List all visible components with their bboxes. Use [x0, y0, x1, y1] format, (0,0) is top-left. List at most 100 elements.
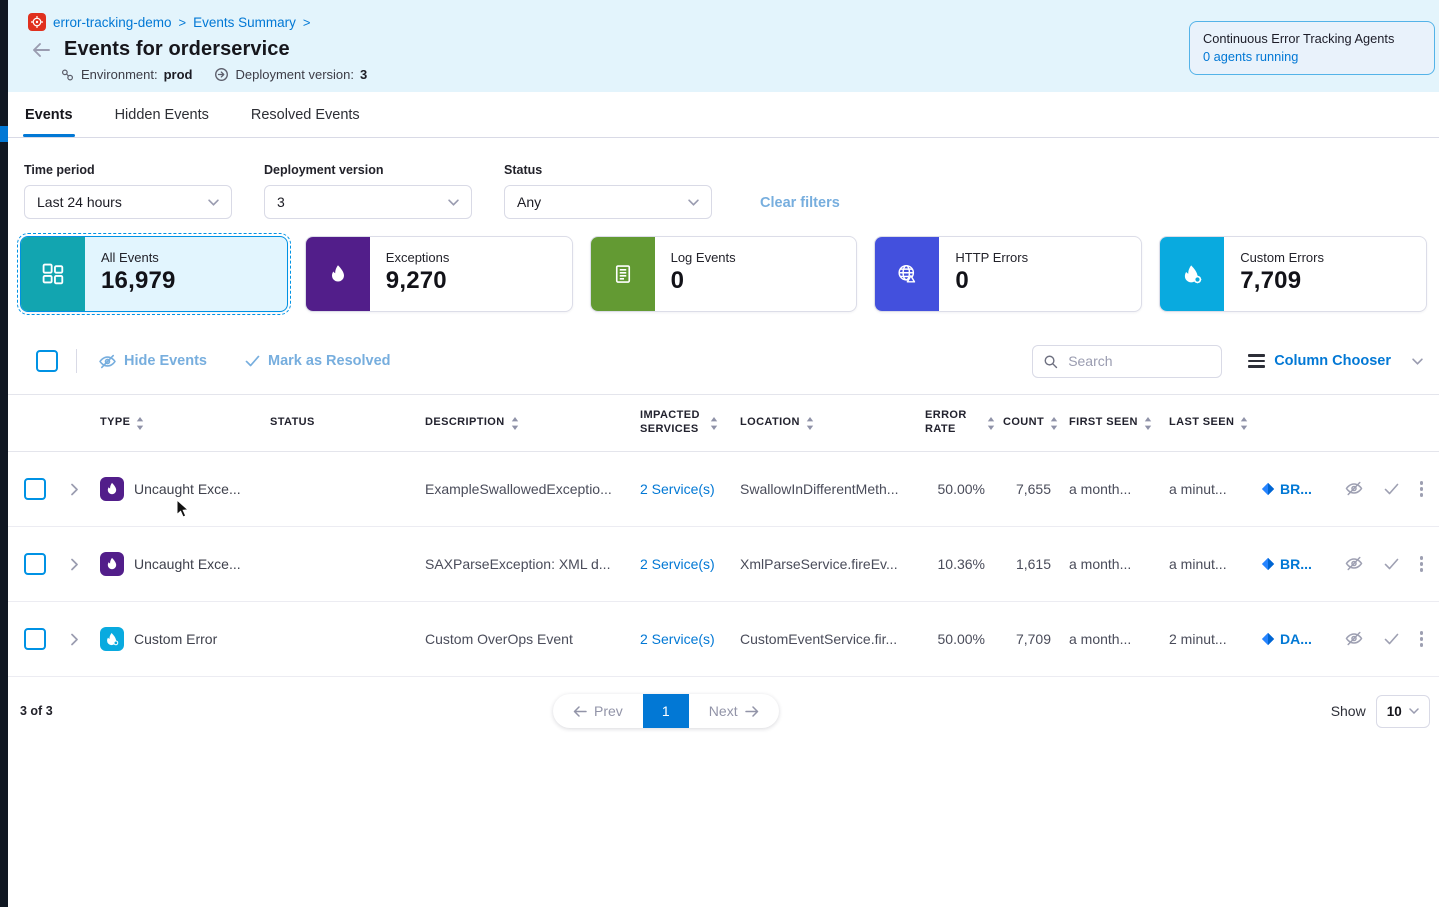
select-all-checkbox[interactable]	[36, 350, 58, 372]
resolve-event-icon[interactable]	[1384, 483, 1399, 495]
hide-events-label: Hide Events	[124, 353, 207, 369]
sort-icon	[1240, 417, 1248, 430]
column-chooser-label: Column Chooser	[1274, 353, 1391, 369]
jira-ticket-link[interactable]: BR...	[1253, 556, 1335, 572]
column-header-location[interactable]: LOCATION	[732, 416, 917, 430]
agents-box-title: Continuous Error Tracking Agents	[1203, 31, 1421, 46]
status-select[interactable]: Any	[504, 185, 712, 219]
expand-row-button[interactable]	[58, 558, 92, 571]
event-description: SAXParseException: XML d...	[417, 556, 632, 572]
column-header-count[interactable]: COUNT	[995, 416, 1061, 430]
tab-resolved-events[interactable]: Resolved Events	[251, 92, 360, 137]
row-menu-icon[interactable]	[1420, 481, 1423, 496]
event-description: Custom OverOps Event	[417, 631, 632, 647]
deployment-version-icon	[214, 67, 229, 82]
last-seen: a minut...	[1161, 481, 1253, 497]
page-number-button[interactable]: 1	[643, 694, 689, 728]
row-checkbox[interactable]	[24, 553, 46, 575]
jira-ticket-link[interactable]: BR...	[1253, 481, 1335, 497]
error-rate: 50.00%	[917, 631, 995, 647]
card-log-events[interactable]: Log Events 0	[590, 236, 858, 312]
first-seen: a month...	[1061, 631, 1161, 647]
column-header-status: STATUS	[262, 416, 417, 430]
table-row[interactable]: Uncaught Exce... ExampleSwallowedExcepti…	[8, 452, 1439, 527]
jira-ticket-link[interactable]: DA...	[1253, 631, 1335, 647]
event-type: Custom Error	[134, 631, 217, 647]
card-value: 7,709	[1240, 267, 1324, 295]
column-header-last-seen[interactable]: LAST SEEN	[1161, 416, 1253, 430]
card-http-errors[interactable]: HTTP Errors 0	[874, 236, 1142, 312]
row-checkbox[interactable]	[24, 628, 46, 650]
clear-filters-button[interactable]: Clear filters	[760, 195, 840, 211]
impacted-services-link[interactable]: 2 Service(s)	[640, 481, 715, 497]
events-table: TYPE STATUS DESCRIPTION IMPACTED SERVICE…	[8, 394, 1439, 677]
back-button[interactable]	[32, 42, 51, 58]
jira-icon	[1261, 482, 1275, 496]
row-menu-icon[interactable]	[1420, 631, 1423, 646]
sort-icon	[806, 417, 814, 430]
breadcrumb-section-link[interactable]: Events Summary	[193, 15, 296, 30]
table-header-row: TYPE STATUS DESCRIPTION IMPACTED SERVICE…	[8, 395, 1439, 452]
deployment-label: Deployment version:	[235, 67, 354, 82]
row-count-summary: 3 of 3	[20, 704, 53, 718]
time-period-filter: Time period Last 24 hours	[24, 163, 232, 219]
log-document-icon	[591, 237, 655, 311]
column-header-description[interactable]: DESCRIPTION	[417, 416, 632, 430]
impacted-services-link[interactable]: 2 Service(s)	[640, 556, 715, 572]
expand-row-button[interactable]	[58, 633, 92, 646]
mark-resolved-button[interactable]: Mark as Resolved	[245, 353, 391, 369]
error-rate: 50.00%	[917, 481, 995, 497]
column-header-type[interactable]: TYPE	[92, 416, 262, 430]
column-header-impacted-services[interactable]: IMPACTED SERVICES	[632, 409, 732, 437]
event-count: 1,615	[995, 556, 1061, 572]
prev-page-button[interactable]: Prev	[553, 694, 643, 728]
impacted-services-link[interactable]: 2 Service(s)	[640, 631, 715, 647]
globe-alert-icon	[875, 237, 939, 311]
check-icon	[245, 355, 260, 367]
search-input[interactable]	[1066, 352, 1200, 370]
resolve-event-icon[interactable]	[1384, 633, 1399, 645]
chevron-down-icon	[688, 199, 699, 206]
page-size-select[interactable]: 10	[1376, 695, 1430, 728]
time-period-select[interactable]: Last 24 hours	[24, 185, 232, 219]
card-custom-errors[interactable]: Custom Errors 7,709	[1159, 236, 1427, 312]
chevron-right-icon	[71, 483, 79, 496]
sidebar-active-indicator	[0, 126, 8, 142]
column-chooser-button[interactable]: Column Chooser	[1248, 353, 1423, 369]
column-header-error-rate[interactable]: ERROR RATE	[917, 409, 995, 437]
sort-icon	[1144, 417, 1152, 430]
tab-hidden-events[interactable]: Hidden Events	[115, 92, 209, 137]
row-checkbox[interactable]	[24, 478, 46, 500]
sort-icon	[136, 417, 144, 430]
table-row[interactable]: Custom Error Custom OverOps Event 2 Serv…	[8, 602, 1439, 677]
hide-event-icon[interactable]	[1345, 556, 1363, 571]
environment-icon	[60, 68, 75, 82]
column-header-first-seen[interactable]: FIRST SEEN	[1061, 416, 1161, 430]
first-seen: a month...	[1061, 481, 1161, 497]
hide-event-icon[interactable]	[1345, 631, 1363, 646]
page-size-control: Show 10 per page	[1331, 695, 1439, 728]
tab-events[interactable]: Events	[25, 92, 73, 137]
card-exceptions[interactable]: Exceptions 9,270	[305, 236, 573, 312]
event-description: ExampleSwallowedExceptio...	[417, 481, 632, 497]
page-header: error-tracking-demo > Events Summary > E…	[8, 0, 1439, 92]
hide-event-icon[interactable]	[1345, 481, 1363, 496]
next-page-button[interactable]: Next	[689, 694, 779, 728]
hide-events-button[interactable]: Hide Events	[99, 353, 207, 369]
card-value: 16,979	[101, 267, 176, 295]
collapsed-sidebar[interactable]	[0, 0, 8, 907]
agents-running-link[interactable]: 0 agents running	[1203, 49, 1421, 64]
flame-gear-icon	[1160, 237, 1224, 311]
environment-meta: Environment: prod	[60, 67, 192, 82]
table-toolbar: Hide Events Mark as Resolved Column Choo…	[8, 343, 1439, 379]
breadcrumb-project-link[interactable]: error-tracking-demo	[53, 15, 172, 30]
resolve-event-icon[interactable]	[1384, 558, 1399, 570]
environment-label: Environment:	[81, 67, 158, 82]
card-all-events[interactable]: All Events 16,979	[20, 236, 288, 312]
expand-row-button[interactable]	[58, 483, 92, 496]
row-menu-icon[interactable]	[1420, 556, 1423, 571]
agents-box: Continuous Error Tracking Agents 0 agent…	[1189, 21, 1435, 75]
sort-icon	[1050, 417, 1058, 430]
table-row[interactable]: Uncaught Exce... SAXParseException: XML …	[8, 527, 1439, 602]
deployment-version-select[interactable]: 3	[264, 185, 472, 219]
